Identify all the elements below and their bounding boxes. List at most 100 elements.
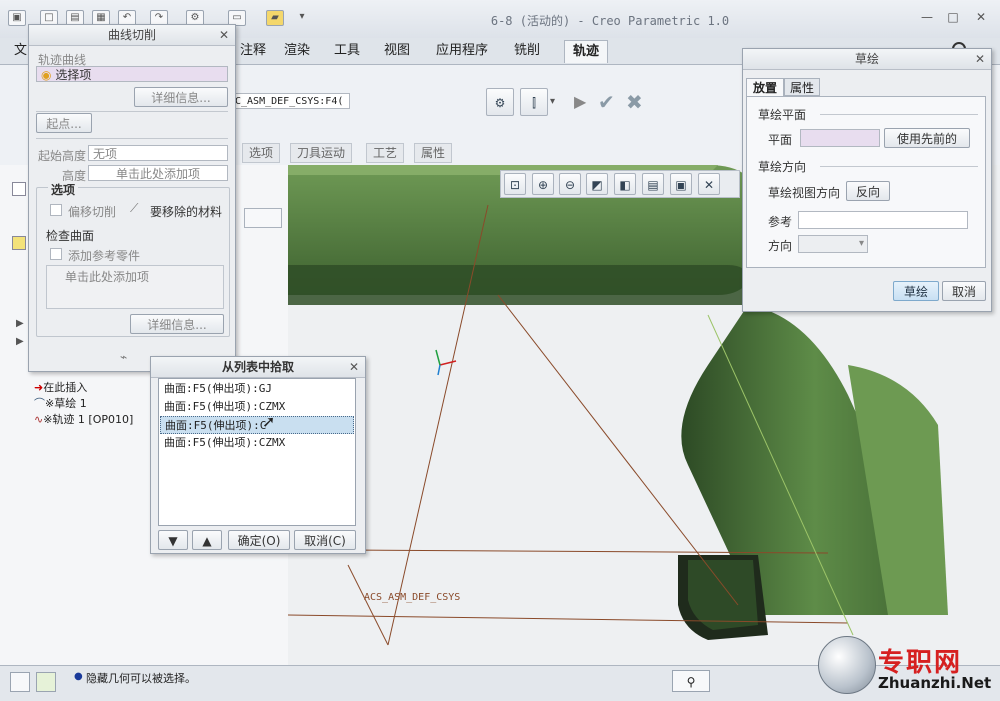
cancel-x-icon[interactable]: ✖ [626,90,643,114]
expand-arrow-icon[interactable]: ▶ [16,336,24,347]
chevron-down-icon: ▾ [858,238,864,249]
cutter-dropdown-icon[interactable]: ▾ [550,96,555,107]
list-item[interactable]: 曲面:F5(伸出项):CZMX [160,398,354,416]
material-remove-icon[interactable]: ⟋ [130,201,138,216]
insert-arrow-icon: ➜ [34,381,44,394]
trajectory-icon: ∿ [34,413,44,426]
watermark-url: Zhuanzhi.Net [878,674,992,692]
close-icon[interactable]: ✕ [975,49,985,69]
start-point-button[interactable]: 起点... [36,113,92,133]
flip-button[interactable]: 反向 [846,181,890,201]
navigator-toggle-icon[interactable] [10,672,30,692]
divider [820,114,978,115]
tab-milling[interactable]: 铣削 [506,40,548,62]
cutter-icon[interactable]: ⫿ [520,88,548,116]
zoom-out-icon[interactable]: ⊖ [559,173,581,195]
datum-display-icon[interactable]: ✕ [698,173,720,195]
app-icon[interactable]: ▣ [8,10,26,26]
zoom-in-icon[interactable]: ⊕ [532,173,554,195]
pick-from-list-title: 从列表中拾取 ✕ [151,357,365,378]
tab-tools[interactable]: 工具 [326,40,368,62]
divider [36,138,228,139]
cancel-button[interactable]: 取消(C) [294,530,356,550]
selection-dot-icon: ◉ [41,68,52,82]
list-item[interactable]: 曲面:F5(伸出项):GJ [160,380,354,398]
layer-icon[interactable] [12,236,26,250]
use-previous-button[interactable]: 使用先前的 [884,128,970,148]
tree-item-insert-here[interactable]: ➜在此插入 [34,380,87,396]
plane-selector[interactable] [800,129,880,147]
minimize-button[interactable]: — [918,10,936,24]
orientation-select[interactable]: ▾ [798,235,868,253]
status-message: 隐藏几何可以被选择。 [86,672,196,685]
list-item[interactable]: 曲面:F5(伸出项):C [160,416,354,434]
view-manager-icon[interactable]: ▣ [670,173,692,195]
expand-arrow-icon[interactable]: ▶ [16,318,24,329]
move-down-button[interactable]: ▼ [158,530,188,550]
play-icon[interactable]: ▶ [574,92,586,111]
close-icon[interactable]: ✕ [349,357,359,377]
confirm-check-icon[interactable]: ✔ [598,90,615,114]
height-field[interactable]: 单击此处添加项 [88,165,228,181]
offset-cut-label: 偏移切削 [68,205,117,219]
window-title: 6-8 (活动的) - Creo Parametric 1.0 [490,14,730,28]
subtab-options[interactable]: 选项 [242,143,281,163]
arrow-down-icon: ▼ [168,534,178,548]
csys-reference-field[interactable]: C_ASM_DEF_CSYS:F4( [232,93,350,109]
tab-render[interactable]: 渲染 [276,40,318,62]
check-surface-label: 检查曲面 [46,229,95,243]
tab-properties[interactable]: 属性 [784,78,820,96]
tool-icon[interactable]: ⌁ [120,350,127,364]
browser-toggle-icon[interactable] [36,672,56,692]
subtab-process[interactable]: 工艺 [366,143,405,163]
material-remove-label: 要移除的材料 [150,205,223,219]
sketch-button[interactable]: 草绘 [893,281,939,301]
model-tree-icon[interactable] [12,182,26,196]
find-icon[interactable]: ⚲ [672,670,710,692]
add-ref-part-checkbox[interactable] [50,248,62,260]
tab-annotate[interactable]: 注释 [232,40,274,62]
close-window-button[interactable]: ✕ [972,10,990,24]
saved-views-icon[interactable]: ▤ [642,173,664,195]
sketch-icon: ⌒ [34,397,45,410]
tree-item-sketch[interactable]: ⌒※草绘 1 [34,396,87,412]
details-button[interactable]: 详细信息... [134,87,228,107]
tab-view[interactable]: 视图 [376,40,418,62]
display-style-icon[interactable]: ◧ [614,173,636,195]
csys-label: ACS_ASM_DEF_CSYS [364,592,461,603]
move-up-button[interactable]: ▲ [192,530,222,550]
curve-cut-panel-title: 曲线切削 ✕ [29,25,235,46]
reference-field[interactable] [798,211,968,229]
tree-item-trajectory[interactable]: ∿※轨迹 1 [OP010] [34,412,133,428]
mouse-cursor-icon: ➚ [262,412,276,431]
tab-trajectory[interactable]: 轨迹 [564,40,609,63]
sketch-plane-label: 草绘平面 [758,108,807,122]
subtab-tool-motion[interactable]: 刀具运动 [290,143,353,163]
cancel-button[interactable]: 取消 [942,281,986,301]
divider [820,166,978,167]
divider [36,111,228,112]
tab-placement[interactable]: 放置 [746,78,784,96]
add-ref-part-label: 添加参考零件 [68,249,141,263]
offset-cut-checkbox[interactable] [50,204,62,216]
repaint-icon[interactable]: ◩ [586,173,608,195]
check-surface-list[interactable]: 单击此处添加项 [46,265,224,309]
info-dot-icon: ● [74,671,83,682]
ok-button[interactable]: 确定(O) [228,530,290,550]
tab-applications[interactable]: 应用程序 [428,40,496,62]
refit-icon[interactable]: ⊡ [504,173,526,195]
start-height-field[interactable]: 无项 [88,145,228,161]
customize-dropdown-icon[interactable]: ▾ [294,10,310,24]
list-item[interactable]: 曲面:F5(伸出项):CZMX [160,434,354,452]
sketch-dialog-title: 草绘 ✕ [743,49,991,70]
view-direction-label: 草绘视图方向 [768,186,841,200]
close-icon[interactable]: ✕ [219,25,229,45]
trajectory-curve-selector[interactable]: ◉ 选择项 [36,66,228,82]
start-height-label: 起始高度 [38,149,87,163]
maximize-button[interactable]: □ [944,10,962,24]
tool-settings-icon[interactable]: ⚙ [486,88,514,116]
tree-settings-icon[interactable] [244,208,282,228]
subtab-properties[interactable]: 属性 [414,143,453,163]
details-button-2[interactable]: 详细信息... [130,314,224,334]
folder-icon[interactable]: ▰ [266,10,284,26]
